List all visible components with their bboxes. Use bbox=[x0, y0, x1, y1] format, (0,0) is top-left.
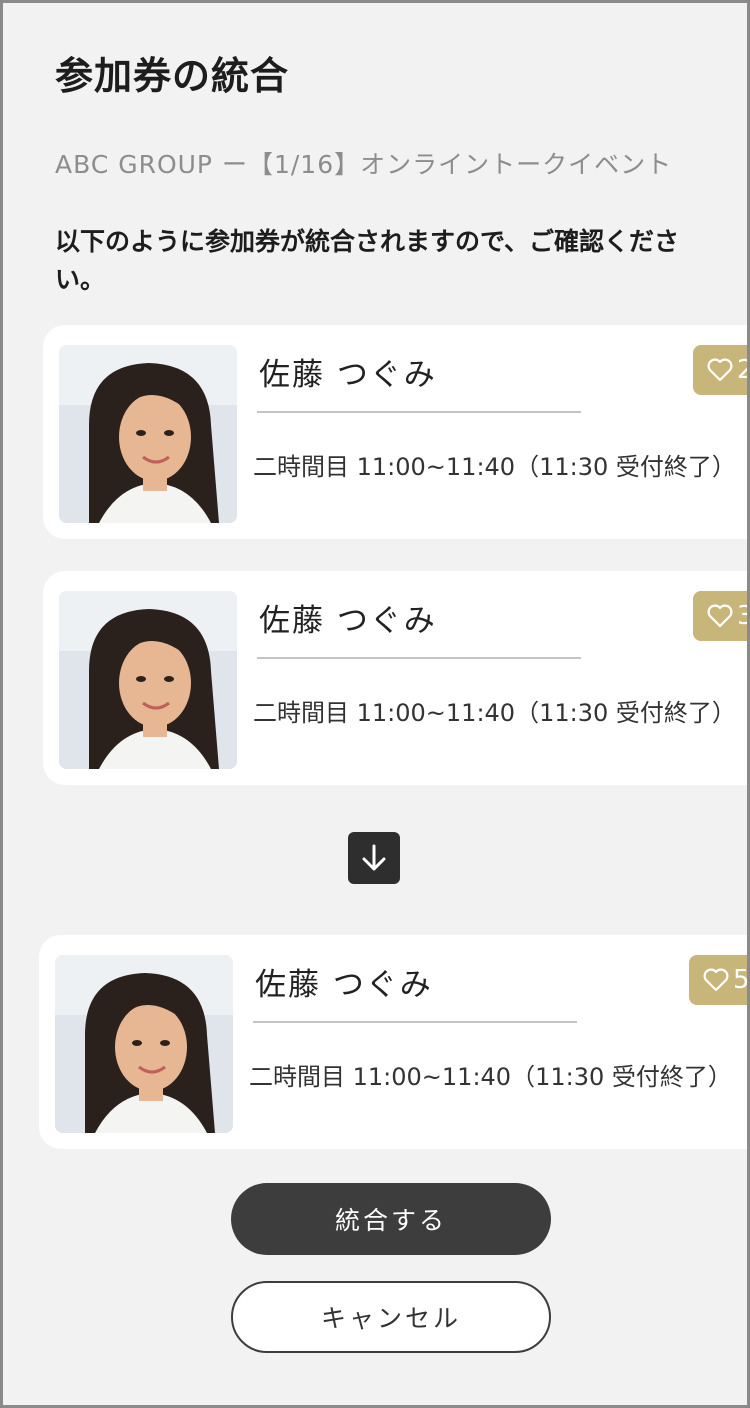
portrait-image bbox=[59, 591, 237, 769]
member-name: 佐藤 つぐみ bbox=[259, 357, 437, 393]
ticket-count-badge: 2 枚 bbox=[693, 345, 747, 395]
cancel-button[interactable]: キャンセル bbox=[231, 1281, 551, 1353]
heart-icon bbox=[707, 358, 733, 382]
member-photo bbox=[55, 955, 233, 1133]
member-photo bbox=[59, 591, 237, 769]
time-slot: 二時間目 11:00~11:40（11:30 受付終了） bbox=[253, 699, 736, 727]
merged-ticket-card: 佐藤 つぐみ 二時間目 11:00~11:40（11:30 受付終了） 5 枚 bbox=[39, 935, 750, 1149]
event-name: ABC GROUP ー【1/16】オンライントークイベント bbox=[55, 150, 673, 179]
ticket-count: 2 bbox=[737, 355, 747, 385]
ticket-count: 3 bbox=[737, 601, 747, 631]
ticket-count-badge: 5 枚 bbox=[689, 955, 750, 1005]
divider bbox=[257, 657, 581, 659]
merge-button[interactable]: 統合する bbox=[231, 1183, 551, 1255]
member-name: 佐藤 つぐみ bbox=[255, 967, 433, 1003]
merge-dialog: 参加券の統合 ABC GROUP ー【1/16】オンライントークイベント 以下の… bbox=[0, 0, 750, 1408]
member-photo bbox=[59, 345, 237, 523]
instruction-text: 以下のように参加券が統合されますので、ご確認ください。 bbox=[55, 227, 680, 294]
portrait-image bbox=[55, 955, 233, 1133]
divider bbox=[257, 411, 581, 413]
arrow-down-glyph bbox=[362, 844, 386, 871]
ticket-card: 佐藤 つぐみ 二時間目 11:00~11:40（11:30 受付終了） 2 枚 bbox=[43, 325, 747, 539]
portrait-image bbox=[59, 345, 237, 523]
page-title: 参加券の統合 bbox=[55, 54, 290, 98]
time-slot: 二時間目 11:00~11:40（11:30 受付終了） bbox=[253, 453, 736, 481]
divider bbox=[253, 1021, 577, 1023]
arrow-down-icon bbox=[348, 832, 400, 884]
heart-icon bbox=[703, 968, 729, 992]
ticket-count: 5 bbox=[733, 965, 750, 995]
ticket-count-badge: 3 枚 bbox=[693, 591, 747, 641]
member-name: 佐藤 つぐみ bbox=[259, 603, 437, 639]
time-slot: 二時間目 11:00~11:40（11:30 受付終了） bbox=[249, 1063, 732, 1091]
heart-icon bbox=[707, 604, 733, 628]
ticket-card: 佐藤 つぐみ 二時間目 11:00~11:40（11:30 受付終了） 3 枚 bbox=[43, 571, 747, 785]
